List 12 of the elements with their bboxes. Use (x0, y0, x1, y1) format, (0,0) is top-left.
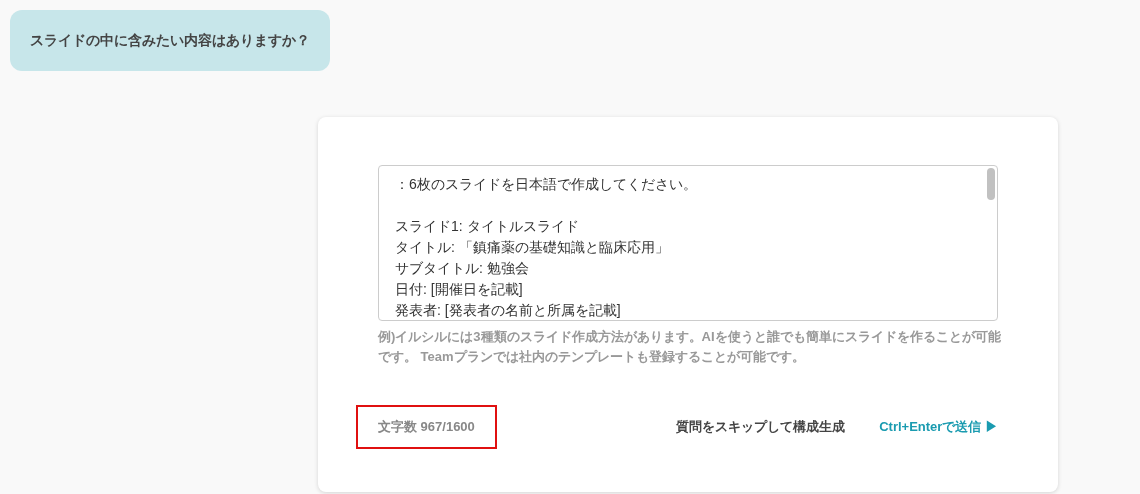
question-bubble: スライドの中に含みたい内容はありますか？ (10, 10, 330, 71)
skip-button[interactable]: 質問をスキップして構成生成 (676, 417, 846, 437)
scrollbar-thumb[interactable] (987, 168, 995, 200)
answer-line: スライド1: タイトルスライド (395, 217, 579, 236)
answer-line: タイトル: 「鎮痛薬の基礎知識と臨床応用」 (395, 238, 669, 257)
answer-line: サブタイトル: 勉強会 (395, 259, 529, 278)
character-count: 文字数 967/1600 (356, 405, 497, 449)
answer-line: ：6枚のスライドを日本語で作成してください。 (395, 175, 697, 194)
answer-field[interactable]: ：6枚のスライドを日本語で作成してください。 スライド1: タイトルスライド タイトル: 「鎮痛薬の基礎知識と臨床応用」 サブタイトル: 勉強会 日付: [開催日を記載] 発表者: [発表者の名前と所属を記載] (378, 165, 998, 321)
answer-line: 日付: [開催日を記載] (395, 280, 523, 299)
answer-line: 発表者: [発表者の名前と所属を記載] (395, 301, 621, 320)
hint-text: 例)イルシルには3種類のスライド作成方法があります。AIを使うと誰でも簡単にスライドを作ることが可能です。 Teamプランでは社内のテンプレートも登録することが可能です。 (378, 328, 1002, 366)
